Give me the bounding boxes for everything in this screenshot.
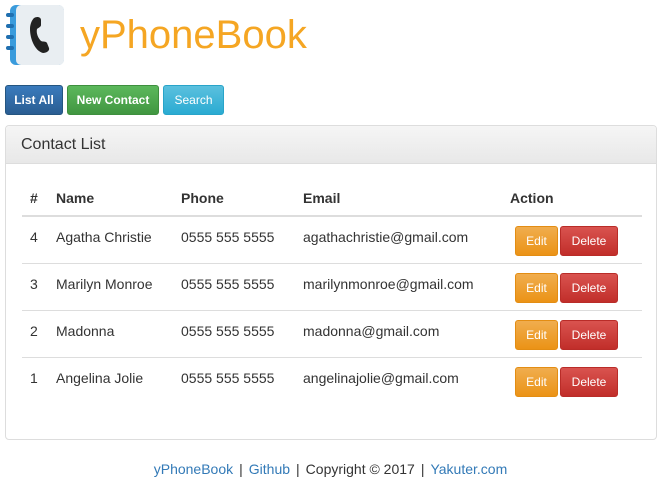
contact-id: 3 — [22, 263, 48, 311]
footer-separator: | — [296, 461, 300, 477]
footer-link-github[interactable]: Github — [249, 461, 290, 477]
table-row: 2 Madonna 0555 555 5555 madonna@gmail.co… — [22, 310, 642, 358]
contact-email: madonna@gmail.com — [295, 310, 502, 358]
toolbar: List All New Contact Search — [5, 85, 224, 115]
list-all-button[interactable]: List All — [5, 85, 63, 115]
new-contact-button[interactable]: New Contact — [67, 85, 159, 115]
table-row: 3 Marilyn Monroe 0555 555 5555 marilynmo… — [22, 263, 642, 311]
phonebook-icon — [4, 4, 66, 66]
contact-phone: 0555 555 5555 — [173, 216, 295, 264]
app-title: yPhoneBook — [80, 12, 307, 57]
delete-button[interactable]: Delete — [560, 366, 618, 397]
contact-name: Agatha Christie — [48, 216, 173, 264]
contact-name: Angelina Jolie — [56, 369, 144, 386]
delete-button[interactable]: Delete — [560, 272, 618, 303]
contact-phone: 0555 555 5555 — [173, 263, 295, 311]
contact-phone: 0555 555 5555 — [181, 369, 275, 386]
contact-id: 1 — [30, 369, 38, 386]
column-header-name: Name — [48, 180, 173, 217]
contact-name: Madonna — [48, 310, 173, 358]
contact-id: 2 — [22, 310, 48, 358]
panel-heading: Contact List — [6, 126, 656, 164]
row-actions: Edit Delete — [502, 357, 642, 404]
contact-name: Marilyn Monroe — [48, 263, 173, 311]
edit-button[interactable]: Edit — [515, 272, 558, 303]
edit-button[interactable]: Edit — [515, 366, 558, 397]
contacts-table: # Name Phone Email Action 4 Agatha Chris… — [22, 180, 642, 404]
table-row: 1 Angelina Jolie 0555 555 5555 angelinaj… — [22, 357, 642, 404]
column-header-phone: Phone — [173, 180, 295, 217]
footer-separator: | — [239, 461, 243, 477]
delete-button[interactable]: Delete — [560, 319, 618, 350]
column-header-number: # — [22, 180, 48, 217]
contact-phone: 0555 555 5555 — [173, 310, 295, 358]
footer-link-yakuter[interactable]: Yakuter.com — [430, 461, 507, 477]
footer-separator: | — [420, 461, 425, 477]
app-header: yPhoneBook — [4, 4, 307, 66]
table-row: 4 Agatha Christie 0555 555 5555 agathach… — [22, 216, 642, 264]
footer-copyright: Copyright © 2017 — [305, 461, 415, 477]
column-header-action: Action — [502, 180, 642, 217]
contact-id: 4 — [22, 216, 48, 264]
footer: yPhoneBook | Github | Copyright © 2017 | Yakut… — [0, 461, 661, 477]
contact-email: agathachristie@gmail.com — [295, 216, 502, 264]
edit-button[interactable]: Edit — [515, 226, 558, 256]
contact-email: angelinajolie@gmail.com — [303, 369, 459, 386]
row-actions: Edit Delete — [502, 216, 642, 264]
row-actions: Edit Delete — [502, 310, 642, 358]
footer-link-yphonebook[interactable]: yPhoneBook — [154, 461, 233, 477]
contact-list-panel: Contact List # Name Phone Email Action 4… — [5, 125, 657, 440]
row-actions: Edit Delete — [502, 263, 642, 311]
contact-email: marilynmonroe@gmail.com — [295, 263, 502, 311]
column-header-email: Email — [295, 180, 502, 217]
edit-button[interactable]: Edit — [515, 319, 558, 350]
delete-button[interactable]: Delete — [560, 226, 618, 256]
search-button[interactable]: Search — [163, 85, 224, 115]
